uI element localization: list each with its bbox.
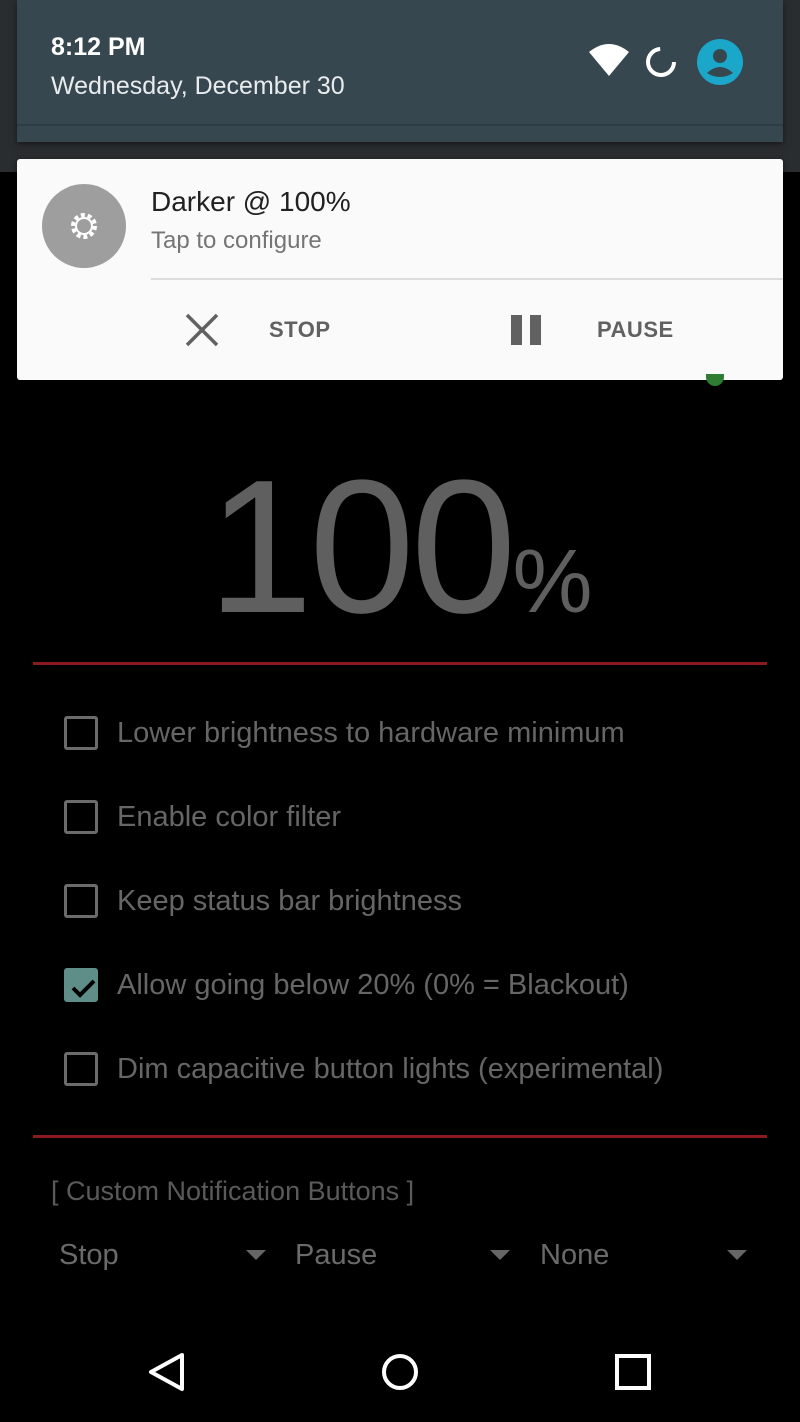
dropdown-value: Stop (59, 1239, 119, 1271)
dropdown-button-1[interactable]: Stop (59, 1232, 269, 1280)
close-icon (185, 313, 219, 347)
dropdown-arrow-icon (727, 1250, 747, 1260)
option-capacitive-lights[interactable]: Dim capacitive button lights (experiment… (64, 1049, 663, 1089)
option-status-bar-brightness[interactable]: Keep status bar brightness (64, 881, 462, 921)
shade-divider (17, 124, 783, 126)
divider-bottom (33, 1135, 767, 1138)
status-time: 8:12 PM (51, 33, 146, 61)
option-color-filter[interactable]: Enable color filter (64, 797, 341, 837)
status-date: Wednesday, December 30 (51, 72, 345, 100)
app-icon (42, 184, 126, 268)
brightness-value-display: 100% (0, 438, 800, 656)
back-icon[interactable] (142, 1347, 192, 1397)
brightness-unit: % (512, 532, 593, 632)
option-label: Lower brightness to hardware minimum (117, 716, 625, 749)
indicator-dot (706, 374, 724, 386)
option-label: Keep status bar brightness (117, 884, 462, 917)
option-below-20[interactable]: Allow going below 20% (0% = Blackout) (64, 965, 629, 1005)
option-hardware-minimum[interactable]: Lower brightness to hardware minimum (64, 713, 625, 753)
checkbox[interactable] (64, 716, 98, 750)
checkbox[interactable] (64, 1052, 98, 1086)
user-avatar-icon[interactable] (697, 39, 743, 85)
dropdown-button-2[interactable]: Pause (295, 1232, 513, 1280)
brightness-value: 100 (207, 441, 516, 653)
checkbox[interactable] (64, 884, 98, 918)
pause-action-label: PAUSE (597, 317, 674, 342)
dropdown-arrow-icon (490, 1250, 510, 1260)
checkmark-icon (71, 979, 96, 998)
divider-top (33, 662, 767, 665)
dropdown-value: None (540, 1239, 610, 1271)
wifi-icon[interactable] (588, 44, 630, 78)
dropdown-button-3[interactable]: None (540, 1232, 750, 1280)
checkbox-checked[interactable] (64, 968, 98, 1002)
option-label: Dim capacitive button lights (experiment… (117, 1052, 664, 1085)
dropdown-value: Pause (295, 1239, 378, 1271)
pause-icon (511, 315, 541, 345)
custom-buttons-heading: [ Custom Notification Buttons ] (51, 1176, 415, 1206)
stop-action-label: STOP (269, 317, 331, 342)
pause-action-button[interactable]: PAUSE (505, 289, 674, 371)
recents-icon[interactable] (608, 1347, 658, 1397)
option-label: Allow going below 20% (0% = Blackout) (117, 968, 629, 1001)
notification-card[interactable]: Darker @ 100% Tap to configure STOP PAUS… (17, 159, 783, 380)
sync-icon[interactable] (644, 45, 678, 79)
checkbox[interactable] (64, 800, 98, 834)
notification-text: Tap to configure (151, 227, 322, 254)
stop-action-button[interactable]: STOP (177, 289, 331, 371)
settings-icon (71, 213, 97, 239)
notification-title: Darker @ 100% (151, 186, 351, 217)
home-icon[interactable] (375, 1347, 425, 1397)
dropdown-arrow-icon (246, 1250, 266, 1260)
notification-divider (151, 278, 783, 280)
option-label: Enable color filter (117, 800, 342, 833)
